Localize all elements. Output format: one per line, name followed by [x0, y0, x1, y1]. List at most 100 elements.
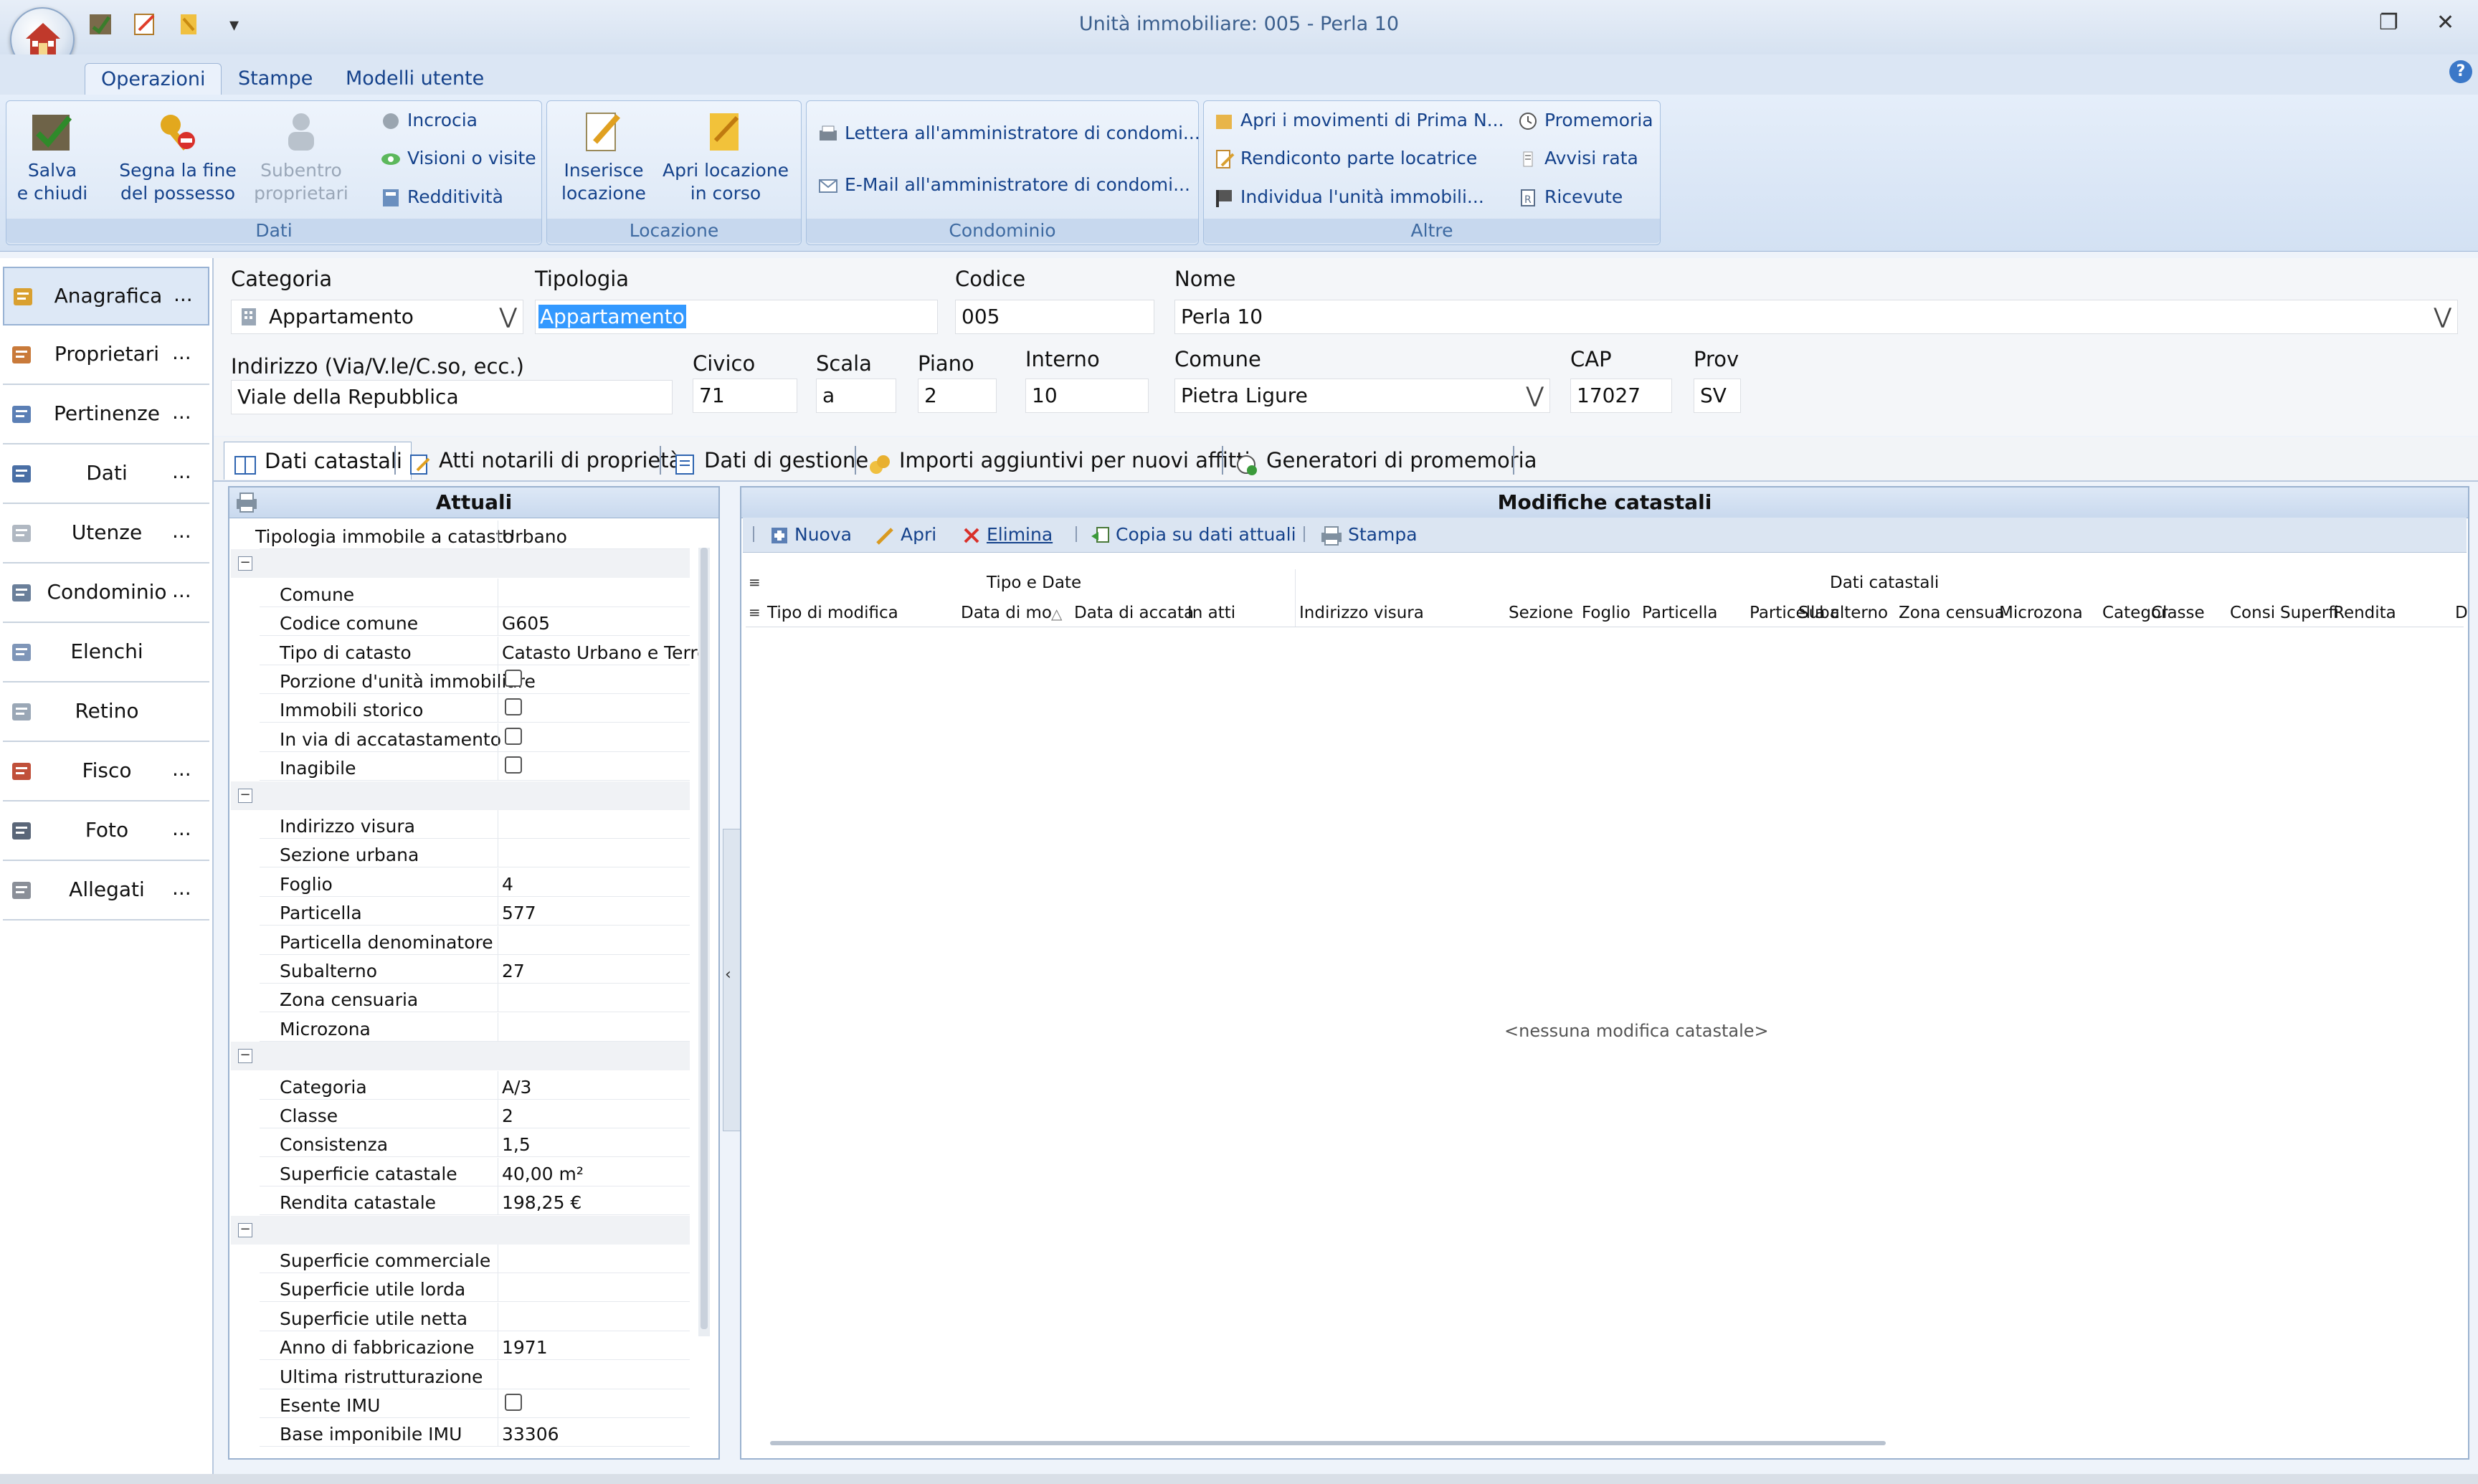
tipologia-input[interactable]: Appartamento — [535, 300, 938, 334]
prov-input[interactable]: SV — [1694, 379, 1741, 413]
property-row[interactable]: Anno di fabbricazione 1971 — [231, 1331, 690, 1361]
piano-input[interactable]: 2 — [918, 379, 997, 413]
qat-report-icon[interactable] — [132, 11, 161, 40]
property-value[interactable]: Catasto Urbano e Terre — [502, 642, 708, 663]
column-header[interactable]: In atti — [1187, 604, 1235, 622]
inserisce-locazione-button[interactable]: Inserisce locazione — [554, 109, 654, 205]
property-row[interactable]: Superficie utile lorda — [231, 1273, 690, 1303]
property-checkbox[interactable] — [505, 1394, 522, 1411]
collapse-icon[interactable]: − — [238, 788, 252, 803]
sidebar-item-dati[interactable]: Dati... — [3, 445, 209, 504]
grid-menu-icon[interactable]: ≡ — [749, 604, 761, 621]
apri-locazione-button[interactable]: Apri locazione in corso — [660, 109, 792, 205]
tab-modelli-utente[interactable]: Modelli utente — [330, 63, 500, 95]
incrocia-button[interactable]: Incrocia — [380, 106, 478, 135]
property-row[interactable]: Ultima ristrutturazione — [231, 1360, 690, 1389]
sidebar-item-elenchi[interactable]: Elenchi — [3, 624, 209, 682]
property-row[interactable]: Categoria A/3 — [231, 1070, 690, 1100]
property-value[interactable]: 1971 — [502, 1337, 548, 1358]
sidebar-item-utenze[interactable]: Utenze... — [3, 505, 209, 563]
sidebar-item-more[interactable]: ... — [172, 579, 191, 602]
nome-select[interactable]: Perla 10 ⋁ — [1174, 300, 2458, 334]
comune-select[interactable]: Pietra Ligure ⋁ — [1174, 379, 1550, 413]
property-row[interactable]: Base imponibile IMU 33306 — [231, 1418, 690, 1447]
property-value[interactable]: Urbano — [502, 526, 567, 547]
property-row[interactable]: In via di accatastamento — [231, 723, 690, 752]
property-checkbox[interactable] — [505, 727, 522, 745]
apri-movimenti-button[interactable]: Apri i movimenti di Prima N... — [1213, 106, 1504, 135]
property-value[interactable]: 198,25 € — [502, 1192, 581, 1213]
property-row[interactable]: Tipo di catasto Catasto Urbano e Terre — [231, 636, 708, 665]
property-value[interactable]: G605 — [502, 613, 550, 634]
tab-generatori-promemoria[interactable]: Generatori di promemoria — [1229, 442, 1543, 479]
property-row[interactable]: Subalterno 27 — [231, 955, 690, 984]
grid-menu-icon[interactable]: ≡ — [749, 574, 761, 591]
ricevute-button[interactable]: R Ricevute — [1517, 183, 1623, 211]
promemoria-button[interactable]: Promemoria — [1517, 106, 1653, 135]
sidebar-item-proprietari[interactable]: Proprietari... — [3, 326, 209, 385]
column-header[interactable]: D — [2455, 604, 2468, 622]
property-row[interactable]: Sezione urbana — [231, 839, 690, 868]
help-icon[interactable]: ? — [2449, 60, 2472, 83]
lettera-amministratore-button[interactable]: Lettera all'amministratore di condomi... — [817, 119, 1200, 148]
restore-button[interactable]: ❐ — [2379, 10, 2398, 35]
property-row[interactable]: Tipologia immobile a catasto Urbano — [231, 520, 690, 549]
stampa-button[interactable]: Stampa — [1319, 520, 1418, 549]
column-header[interactable]: Consi — [2230, 604, 2275, 622]
sidebar-item-more[interactable]: ... — [172, 460, 191, 483]
property-checkbox[interactable] — [505, 698, 522, 716]
segna-fine-possesso-button[interactable]: Segna la fine del possesso — [115, 109, 241, 205]
apri-button[interactable]: Apri — [875, 520, 936, 549]
property-row[interactable]: Microzona — [231, 1012, 690, 1042]
property-value[interactable]: 33306 — [502, 1424, 559, 1445]
property-value[interactable]: 1,5 — [502, 1134, 531, 1155]
qat-key-icon[interactable] — [176, 11, 205, 40]
individua-unita-button[interactable]: Individua l'unità immobili... — [1213, 183, 1484, 211]
subentro-proprietari-button[interactable]: Subentro proprietari — [251, 109, 351, 205]
property-value[interactable]: 4 — [502, 874, 513, 895]
column-header[interactable]: Subalterno — [1798, 604, 1888, 622]
attuali-scrollbar[interactable] — [698, 548, 710, 1336]
property-value[interactable]: 27 — [502, 961, 525, 981]
tab-dati-gestione[interactable]: Dati di gestione — [667, 442, 874, 479]
redditivita-button[interactable]: Redditività — [380, 183, 503, 211]
property-checkbox[interactable] — [505, 756, 522, 774]
sidebar-item-retino[interactable]: Retino — [3, 683, 209, 742]
elimina-button[interactable]: Elimina — [961, 520, 1053, 549]
column-header[interactable]: Microzona — [1999, 604, 2083, 622]
column-header[interactable]: Sezione — [1509, 604, 1573, 622]
sidebar-item-fisco[interactable]: Fisco... — [3, 743, 209, 802]
property-row[interactable]: Foglio 4 — [231, 867, 690, 897]
column-header[interactable]: Classe — [2151, 604, 2205, 622]
property-value[interactable]: 2 — [502, 1105, 513, 1126]
grid-horizontal-scrollbar[interactable] — [770, 1441, 1886, 1445]
property-row[interactable]: Particella 577 — [231, 897, 690, 926]
property-row[interactable]: Superficie commerciale — [231, 1245, 690, 1273]
salva-e-chiudi-button[interactable]: Salva e chiudi — [13, 109, 92, 205]
tab-operazioni[interactable]: Operazioni — [85, 63, 222, 95]
property-value[interactable]: 577 — [502, 903, 536, 923]
collapse-icon[interactable]: − — [238, 1222, 252, 1237]
property-row[interactable]: Codice comune G605 — [231, 607, 690, 637]
property-row[interactable]: Superficie catastale 40,00 m² — [231, 1157, 690, 1186]
sidebar-item-more[interactable]: ... — [174, 282, 193, 306]
collapse-icon[interactable]: − — [238, 556, 252, 571]
sidebar-item-more[interactable]: ... — [172, 876, 191, 900]
categoria-select[interactable]: Appartamento ⋁ — [231, 300, 523, 334]
property-checkbox[interactable] — [505, 670, 522, 687]
property-row[interactable]: Comune — [231, 578, 690, 607]
interno-input[interactable]: 10 — [1025, 379, 1149, 413]
column-header[interactable]: Superfi — [2280, 604, 2339, 622]
property-row[interactable]: Indirizzo visura — [231, 810, 690, 839]
indirizzo-input[interactable]: Viale della Repubblica — [231, 380, 673, 414]
property-row[interactable]: Inagibile — [231, 752, 690, 781]
column-header[interactable]: Data di mo — [961, 604, 1052, 622]
property-row[interactable]: Superficie utile netta — [231, 1302, 690, 1331]
property-row[interactable]: Immobili storico — [231, 694, 690, 723]
column-header[interactable]: Zona censua — [1899, 604, 2005, 622]
tab-importi-aggiuntivi[interactable]: Importi aggiuntivi per nuovi affitti — [862, 442, 1256, 479]
column-header[interactable]: Particella — [1642, 604, 1717, 622]
column-header[interactable]: Data di accata — [1074, 604, 1194, 622]
tab-stampe[interactable]: Stampe — [222, 63, 328, 95]
close-button[interactable]: ✕ — [2436, 10, 2454, 35]
